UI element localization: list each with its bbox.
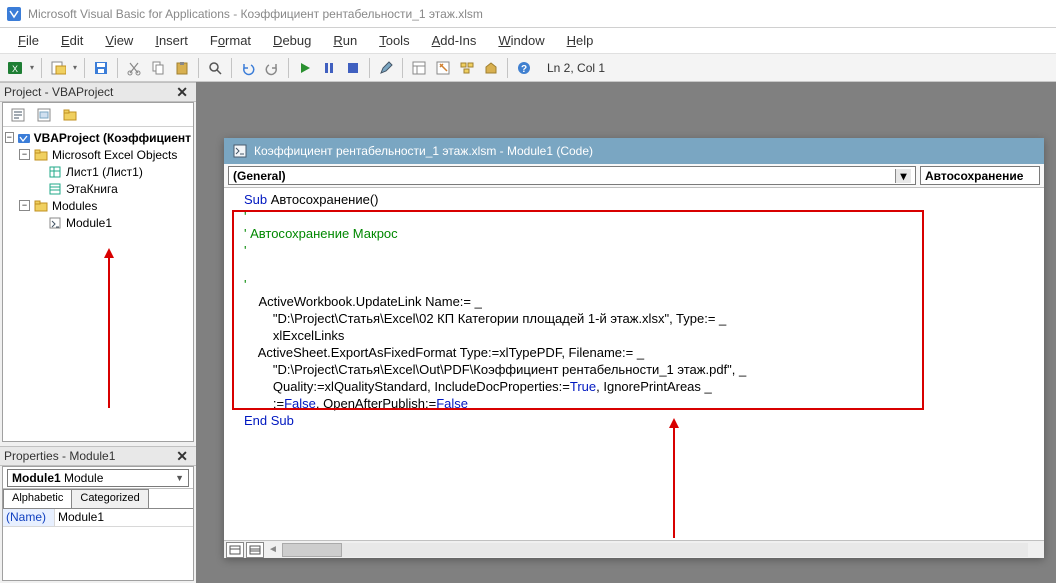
property-name: (Name)	[3, 509, 55, 526]
tree-label: Лист1 (Лист1)	[66, 165, 143, 179]
run-button[interactable]	[294, 57, 316, 79]
tree-modules-folder[interactable]: − Modules	[5, 197, 191, 214]
view-excel-button[interactable]: X	[4, 57, 26, 79]
reset-button[interactable]	[342, 57, 364, 79]
project-pane-header: Project - VBAProject ✕	[0, 82, 196, 102]
save-button[interactable]	[90, 57, 112, 79]
mdi-area: Коэффициент рентабельности_1 этаж.xlsm -…	[196, 82, 1056, 583]
project-pane-close[interactable]: ✕	[172, 84, 192, 101]
cut-button[interactable]	[123, 57, 145, 79]
tree-objects-folder[interactable]: − Microsoft Excel Objects	[5, 146, 191, 163]
menu-format[interactable]: Format	[200, 30, 261, 51]
copy-button[interactable]	[147, 57, 169, 79]
tree-label: Modules	[52, 199, 97, 213]
procedure-dropdown-value: Автосохранение	[925, 169, 1023, 183]
tab-categorized[interactable]: Categorized	[71, 489, 148, 508]
code-window-footer: ◄	[224, 540, 1044, 558]
paste-button[interactable]	[171, 57, 193, 79]
window-titlebar: Microsoft Visual Basic for Applications …	[0, 0, 1056, 28]
menu-view[interactable]: View	[95, 30, 143, 51]
annotation-arrow	[664, 413, 684, 540]
svg-text:X: X	[12, 64, 18, 74]
dropdown-arrow-icon[interactable]: ▾	[71, 63, 79, 72]
horizontal-scrollbar[interactable]	[282, 543, 1028, 557]
tree-module1[interactable]: Module1	[5, 214, 191, 231]
procedure-view-button[interactable]	[226, 542, 244, 558]
project-tree[interactable]: − VBAProject (Коэффициент − Microsoft Ex…	[3, 127, 193, 441]
menu-tools[interactable]: Tools	[369, 30, 419, 51]
help-button[interactable]: ?	[513, 57, 535, 79]
tree-sheet1[interactable]: Лист1 (Лист1)	[5, 163, 191, 180]
insert-module-button[interactable]	[47, 57, 69, 79]
project-explorer-button[interactable]	[408, 57, 430, 79]
view-object-button[interactable]	[33, 105, 55, 125]
procedure-dropdown[interactable]: Автосохранение	[920, 166, 1040, 185]
menu-help[interactable]: Help	[557, 30, 604, 51]
design-mode-button[interactable]	[375, 57, 397, 79]
project-explorer: − VBAProject (Коэффициент − Microsoft Ex…	[2, 102, 194, 442]
undo-button[interactable]	[237, 57, 259, 79]
expand-icon[interactable]: −	[19, 149, 30, 160]
find-button[interactable]	[204, 57, 226, 79]
properties-grid[interactable]: (Name) Module1	[3, 509, 193, 580]
dropdown-arrow-icon[interactable]: ▾	[28, 63, 36, 72]
properties-window: Module1 Module ▼ Alphabetic Categorized …	[2, 466, 194, 581]
properties-pane-close[interactable]: ✕	[172, 448, 192, 465]
module-icon	[232, 143, 248, 159]
module-icon	[47, 215, 63, 231]
object-dropdown-value: (General)	[233, 169, 286, 183]
tree-label: ЭтаКнига	[66, 182, 118, 196]
menu-file[interactable]: File	[8, 30, 49, 51]
annotation-arrow	[99, 243, 119, 413]
folder-icon	[33, 147, 49, 163]
tree-thisworkbook[interactable]: ЭтаКнига	[5, 180, 191, 197]
tree-label: VBAProject (Коэффициент	[34, 131, 191, 145]
toggle-folders-button[interactable]	[59, 105, 81, 125]
object-dropdown[interactable]: (General) ▾	[228, 166, 916, 185]
menu-debug[interactable]: Debug	[263, 30, 321, 51]
properties-pane-title: Properties - Module1	[4, 449, 115, 463]
expand-icon[interactable]: −	[19, 200, 30, 211]
redo-button[interactable]	[261, 57, 283, 79]
svg-text:?: ?	[521, 64, 527, 75]
worksheet-icon	[47, 164, 63, 180]
chevron-down-icon: ▼	[175, 473, 184, 483]
tree-label: Module1	[66, 216, 112, 230]
properties-object-select[interactable]: Module1 Module ▼	[7, 469, 189, 487]
toolbox-button[interactable]	[480, 57, 502, 79]
app-icon	[6, 6, 22, 22]
tree-project-root[interactable]: − VBAProject (Коэффициент	[5, 129, 191, 146]
main-toolbar: X ▾ ▾ ? Ln 2, Col 1	[0, 54, 1056, 82]
menu-window[interactable]: Window	[488, 30, 554, 51]
tree-label: Microsoft Excel Objects	[52, 148, 177, 162]
project-icon	[17, 130, 31, 146]
code-window-titlebar[interactable]: Коэффициент рентабельности_1 этаж.xlsm -…	[224, 138, 1044, 164]
code-window-title: Коэффициент рентабельности_1 этаж.xlsm -…	[254, 144, 593, 158]
menu-insert[interactable]: Insert	[145, 30, 198, 51]
cursor-position: Ln 2, Col 1	[547, 61, 605, 75]
expand-icon[interactable]: −	[5, 132, 14, 143]
menu-addins[interactable]: Add-Ins	[422, 30, 487, 51]
menu-edit[interactable]: Edit	[51, 30, 93, 51]
full-module-view-button[interactable]	[246, 542, 264, 558]
code-window: Коэффициент рентабельности_1 этаж.xlsm -…	[224, 138, 1044, 558]
menu-bar: File Edit View Insert Format Debug Run T…	[0, 28, 1056, 54]
break-button[interactable]	[318, 57, 340, 79]
window-title: Microsoft Visual Basic for Applications …	[28, 7, 483, 21]
property-value[interactable]: Module1	[55, 509, 193, 526]
view-code-button[interactable]	[7, 105, 29, 125]
properties-pane-header: Properties - Module1 ✕	[0, 446, 196, 466]
properties-button[interactable]	[432, 57, 454, 79]
workbook-icon	[47, 181, 63, 197]
project-pane-title: Project - VBAProject	[4, 85, 113, 99]
property-row[interactable]: (Name) Module1	[3, 509, 193, 527]
chevron-down-icon: ▾	[895, 169, 911, 183]
object-browser-button[interactable]	[456, 57, 478, 79]
tab-alphabetic[interactable]: Alphabetic	[3, 489, 72, 508]
code-editor[interactable]: Sub Автосохранение() ' ' Автосохранение …	[224, 188, 1044, 434]
menu-run[interactable]: Run	[323, 30, 367, 51]
folder-icon	[33, 198, 49, 214]
